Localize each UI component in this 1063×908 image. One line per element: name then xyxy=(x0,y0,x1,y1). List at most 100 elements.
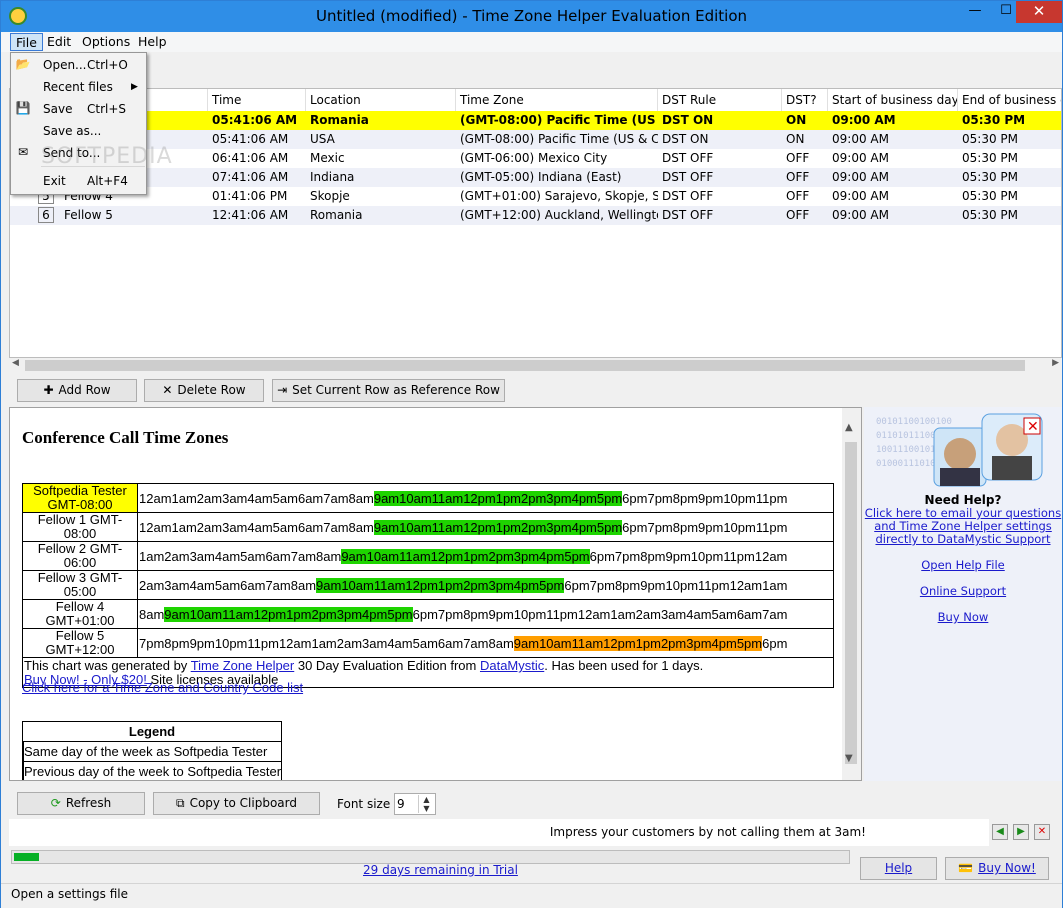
online-support-link[interactable]: Online Support xyxy=(864,585,1062,598)
grid-header-dst-rule[interactable]: DST Rule xyxy=(658,89,782,111)
previous-tip-icon[interactable]: ◀ xyxy=(992,824,1008,840)
footer-text: This chart was generated by xyxy=(24,658,191,673)
row-rule-cell[interactable]: DST OFF xyxy=(658,206,782,224)
grid-header-timezone[interactable]: Time Zone xyxy=(456,89,658,111)
file-menu-item[interactable]: Exit Alt+F4 xyxy=(11,171,146,191)
menu-options[interactable]: Options xyxy=(77,33,135,51)
grid-header-time[interactable]: Time xyxy=(208,89,306,111)
font-size-stepper[interactable]: ▲ ▼ xyxy=(418,795,434,813)
grid-row[interactable]: 6 Fellow 5 12:41:06 AM Romania (GMT+12:00) A… xyxy=(10,206,1061,225)
row-location-cell[interactable]: USA xyxy=(306,130,456,148)
help-button[interactable]: Help xyxy=(860,857,937,880)
scroll-up-icon[interactable]: ▲ xyxy=(845,422,853,433)
refresh-button[interactable]: ⟳ Refresh xyxy=(17,792,145,815)
row-dst-cell[interactable]: OFF xyxy=(782,206,828,224)
row-location-cell[interactable]: Mexic xyxy=(306,149,456,167)
row-end-cell[interactable]: 05:30 PM xyxy=(958,206,1061,224)
row-location-cell[interactable]: Skopje xyxy=(306,187,456,205)
grid-row[interactable]: er05:41:06 AMRomania(GMT-08:00) Pacific … xyxy=(10,111,1061,130)
scroll-thumb[interactable] xyxy=(25,360,1025,371)
close-tip-icon[interactable]: ✕ xyxy=(1034,824,1050,840)
row-time-cell[interactable]: 06:41:06 AM xyxy=(208,149,306,167)
row-time-cell[interactable]: 05:41:06 AM xyxy=(208,111,306,129)
row-location-cell[interactable]: Indiana xyxy=(306,168,456,186)
file-menu-item[interactable]: 📂 Open... Ctrl+O xyxy=(11,55,146,75)
time-zone-helper-link[interactable]: Time Zone Helper xyxy=(191,659,295,674)
row-dst-cell[interactable]: OFF xyxy=(782,149,828,167)
row-dst-cell[interactable]: ON xyxy=(782,130,828,148)
hours-after: 6pm xyxy=(762,635,788,651)
row-tz-cell[interactable]: (GMT-05:00) Indiana (East) xyxy=(456,168,658,186)
scroll-right-icon[interactable]: ▶ xyxy=(1052,358,1059,368)
row-dst-cell[interactable]: OFF xyxy=(782,187,828,205)
row-tz-cell[interactable]: (GMT-08:00) Pacific Time (US & Can... xyxy=(456,130,658,148)
grid-header-end[interactable]: End of business d xyxy=(958,89,1061,111)
row-start-cell[interactable]: 09:00 AM xyxy=(828,187,958,205)
trial-remaining-link[interactable]: 29 days remaining in Trial xyxy=(363,863,518,877)
row-start-cell[interactable]: 09:00 AM xyxy=(828,206,958,224)
row-tz-cell[interactable]: (GMT+12:00) Auckland, Wellington xyxy=(456,206,658,224)
row-location-cell[interactable]: Romania xyxy=(306,206,456,224)
row-tz-cell[interactable]: (GMT-08:00) Pacific Time (US ... xyxy=(456,111,658,129)
row-dst-cell[interactable]: ON xyxy=(782,111,828,129)
row-location-cell[interactable]: Romania xyxy=(306,111,456,129)
delete-row-button[interactable]: ✕ Delete Row xyxy=(144,379,264,402)
set-reference-row-button[interactable]: ⇥ Set Current Row as Reference Row xyxy=(272,379,505,402)
row-end-cell[interactable]: 05:30 PM xyxy=(958,168,1061,186)
email-support-link-line3[interactable]: directly to DataMystic Support xyxy=(864,533,1062,546)
row-time-cell[interactable]: 07:41:06 AM xyxy=(208,168,306,186)
row-number[interactable]: 6 xyxy=(38,207,54,223)
chart-vertical-scrollbar[interactable]: ▲ ▼ xyxy=(842,408,861,780)
grid-header-location[interactable]: Location xyxy=(306,89,456,111)
menu-edit[interactable]: Edit xyxy=(42,33,76,51)
buy-now-link[interactable]: Buy Now xyxy=(864,611,1062,624)
grid-row[interactable]: 07:41:06 AM Indiana (GMT-05:00) Indiana (E… xyxy=(10,168,1061,187)
scroll-left-icon[interactable]: ◀ xyxy=(12,358,19,368)
file-menu-item[interactable]: 💾 Save Ctrl+S xyxy=(11,99,146,119)
copy-to-clipboard-button[interactable]: ⧉ Copy to Clipboard xyxy=(153,792,320,815)
row-dst-cell[interactable]: OFF xyxy=(782,168,828,186)
menu-help[interactable]: Help xyxy=(133,33,172,51)
open-help-file-link[interactable]: Open Help File xyxy=(864,559,1062,572)
row-rule-cell[interactable]: DST ON xyxy=(658,130,782,148)
datamystic-link[interactable]: DataMystic xyxy=(480,659,544,674)
buy-now-button[interactable]: 💳 Buy Now! xyxy=(945,857,1049,880)
row-time-cell[interactable]: 05:41:06 AM xyxy=(208,130,306,148)
file-menu-item[interactable]: Save as... xyxy=(11,121,146,141)
scroll-down-icon[interactable]: ▼ xyxy=(845,753,853,764)
timezone-row: Fellow 3 GMT-05:00 2am3am4am5am6am7am8am9… xyxy=(22,570,834,600)
row-rule-cell[interactable]: DST ON xyxy=(658,111,782,129)
row-time-cell[interactable]: 12:41:06 AM xyxy=(208,206,306,224)
row-tz-cell[interactable]: (GMT+01:00) Sarajevo, Skopje, Sofij... xyxy=(456,187,658,205)
row-end-cell[interactable]: 05:30 PM xyxy=(958,111,1061,129)
file-menu-item[interactable]: Recent files ▶ xyxy=(11,77,146,97)
row-name-cell[interactable]: Fellow 5 xyxy=(60,206,208,224)
country-code-link[interactable]: Click here for a Time Zone and Country C… xyxy=(22,680,303,695)
row-start-cell[interactable]: 09:00 AM xyxy=(828,111,958,129)
row-start-cell[interactable]: 09:00 AM xyxy=(828,130,958,148)
row-end-cell[interactable]: 05:30 PM xyxy=(958,130,1061,148)
scroll-thumb[interactable] xyxy=(845,442,857,764)
row-rule-cell[interactable]: DST OFF xyxy=(658,168,782,186)
row-start-cell[interactable]: 09:00 AM xyxy=(828,168,958,186)
next-tip-icon[interactable]: ▶ xyxy=(1013,824,1029,840)
people-grid[interactable]: Time Location Time Zone DST Rule DST? St… xyxy=(9,88,1062,358)
title-bar[interactable]: Untitled (modified) - Time Zone Helper E… xyxy=(1,1,1062,32)
row-rule-cell[interactable]: DST OFF xyxy=(658,187,782,205)
hours-before: 8am xyxy=(139,606,165,622)
add-row-button[interactable]: ✚ Add Row xyxy=(17,379,137,402)
close-window-button[interactable]: ✕ xyxy=(1016,1,1062,23)
row-end-cell[interactable]: 05:30 PM xyxy=(958,149,1061,167)
grid-header-dst[interactable]: DST? xyxy=(782,89,828,111)
grid-row[interactable]: 5 Fellow 4 01:41:06 PM Skopje (GMT+01:00) Sa… xyxy=(10,187,1061,206)
chart-view[interactable]: Conference Call Time Zones Softpedia Tes… xyxy=(9,407,862,781)
row-end-cell[interactable]: 05:30 PM xyxy=(958,187,1061,205)
horizontal-scrollbar[interactable]: ◀ ▶ xyxy=(9,358,1062,373)
row-start-cell[interactable]: 09:00 AM xyxy=(828,149,958,167)
menu-file[interactable]: File xyxy=(10,33,43,51)
minimize-button[interactable]: — xyxy=(959,1,991,23)
grid-header-start[interactable]: Start of business day xyxy=(828,89,958,111)
row-rule-cell[interactable]: DST OFF xyxy=(658,149,782,167)
row-tz-cell[interactable]: (GMT-06:00) Mexico City xyxy=(456,149,658,167)
row-time-cell[interactable]: 01:41:06 PM xyxy=(208,187,306,205)
